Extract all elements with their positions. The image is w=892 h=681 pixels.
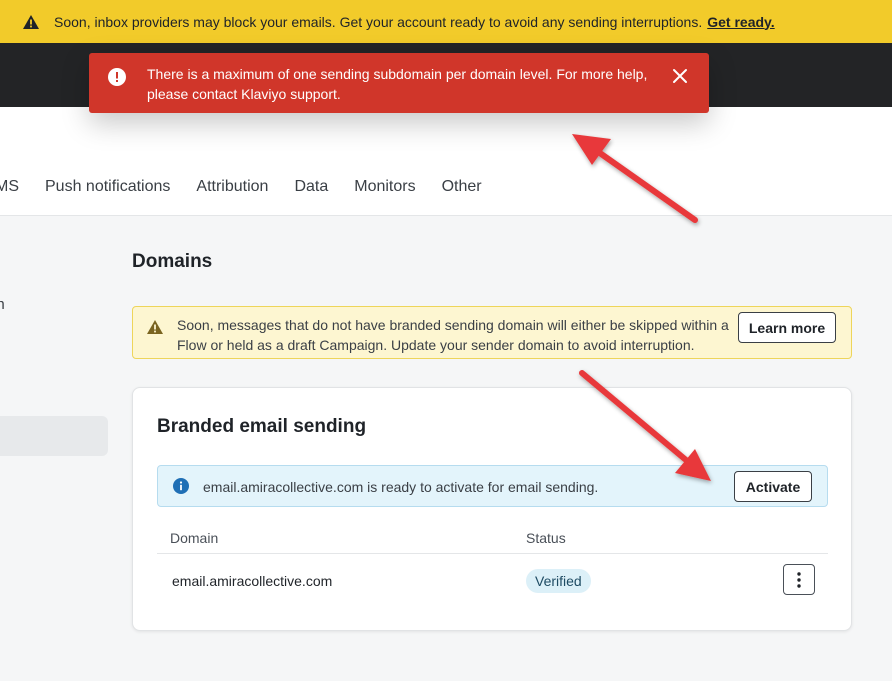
activation-message: email.amiracollective.com is ready to ac… (203, 479, 599, 495)
branded-email-card: Branded email sending email.amiracollect… (132, 387, 852, 631)
tab-sms[interactable]: MS (0, 178, 19, 196)
announcement-text: Soon, inbox providers may block your ema… (54, 13, 703, 30)
table-row: email.amiracollective.com Verified (157, 555, 828, 607)
tab-data[interactable]: Data (294, 178, 328, 196)
more-vertical-icon[interactable] (783, 564, 815, 595)
close-icon[interactable] (672, 68, 688, 89)
settings-tabs: MS Push notifications Attribution Data M… (0, 171, 508, 203)
page-title: Domains (132, 251, 213, 272)
card-title: Branded email sending (157, 416, 367, 437)
warning-triangle-icon (146, 319, 164, 340)
activate-button[interactable]: Activate (734, 471, 812, 502)
table-header: Domain Status (157, 526, 828, 554)
tab-monitors[interactable]: Monitors (354, 178, 415, 196)
column-header-status: Status (526, 530, 566, 546)
learn-more-button[interactable]: Learn more (738, 312, 836, 343)
sidebar-item-partial[interactable]: on (0, 296, 5, 313)
tab-push-notifications[interactable]: Push notifications (45, 178, 170, 196)
announcement-banner: Soon, inbox providers may block your ema… (0, 0, 892, 43)
column-header-domain: Domain (170, 530, 219, 546)
status-badge: Verified (526, 569, 591, 593)
activation-info-banner: email.amiracollective.com is ready to ac… (157, 465, 828, 507)
sidebar-item-active[interactable] (0, 416, 108, 456)
error-toast: There is a maximum of one sending subdom… (89, 53, 709, 113)
domain-cell: email.amiracollective.com (172, 573, 333, 589)
get-ready-link[interactable]: Get ready. (707, 14, 774, 30)
sender-domain-warning: Soon, messages that do not have branded … (132, 306, 852, 359)
tab-other[interactable]: Other (442, 178, 482, 196)
tab-attribution[interactable]: Attribution (196, 178, 268, 196)
page: Soon, inbox providers may block your ema… (0, 0, 892, 681)
toast-message: There is a maximum of one sending subdom… (147, 66, 648, 102)
settings-header: MS Push notifications Attribution Data M… (0, 107, 892, 216)
warning-message: Soon, messages that do not have branded … (177, 317, 729, 353)
exclamation-circle-icon (108, 68, 126, 91)
warning-triangle-icon (22, 14, 40, 30)
info-circle-icon (173, 478, 189, 499)
